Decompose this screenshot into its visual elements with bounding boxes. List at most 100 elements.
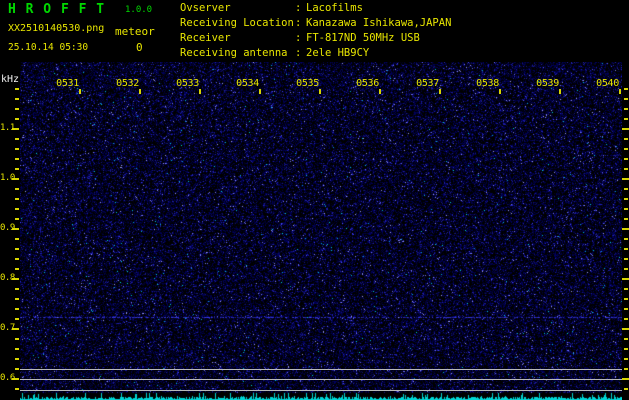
freq-minor-tick-left <box>15 388 19 390</box>
info-value: Lacofilms <box>306 2 363 14</box>
time-tick <box>259 89 261 94</box>
carrier-signal-line <box>20 369 622 370</box>
freq-minor-tick-left <box>15 158 19 160</box>
freq-minor-tick-right <box>624 248 628 250</box>
carrier-signal-line <box>20 379 622 380</box>
freq-minor-tick-right <box>624 268 628 270</box>
freq-minor-tick-right <box>624 348 628 350</box>
freq-minor-tick-left <box>15 238 19 240</box>
freq-minor-tick-right <box>624 308 628 310</box>
app-version: 1.0.0 <box>125 5 153 15</box>
time-label: 0534 <box>236 78 259 89</box>
time-label: 0537 <box>416 78 439 89</box>
time-tick <box>199 89 201 94</box>
time-label: 0538 <box>476 78 499 89</box>
freq-major-tick-right <box>622 128 629 130</box>
time-tick <box>319 89 321 94</box>
info-separator: : <box>295 2 302 14</box>
freq-minor-tick-left <box>15 88 19 90</box>
freq-minor-tick-right <box>624 198 628 200</box>
carrier-signal-line <box>20 390 622 391</box>
meteor-count: 0 <box>136 41 143 54</box>
freq-major-tick-right <box>622 328 629 330</box>
freq-minor-tick-right <box>624 208 628 210</box>
freq-minor-tick-right <box>624 218 628 220</box>
freq-minor-tick-left <box>15 138 19 140</box>
time-tick <box>619 89 621 94</box>
spectrogram-canvas <box>20 62 622 400</box>
freq-minor-tick-right <box>624 148 628 150</box>
freq-minor-tick-left <box>15 168 19 170</box>
freq-label: 0.8 <box>0 273 15 283</box>
freq-major-tick-right <box>622 378 629 380</box>
station-info-row: Ovserver: Lacofilms <box>180 1 451 16</box>
freq-minor-tick-right <box>624 238 628 240</box>
time-tick <box>439 89 441 94</box>
freq-minor-tick-left <box>15 118 19 120</box>
app-title: H R O F F T <box>8 2 106 17</box>
freq-minor-tick-left <box>15 188 19 190</box>
freq-minor-tick-left <box>15 98 19 100</box>
info-label: Receiving Location <box>180 17 294 29</box>
freq-minor-tick-right <box>624 338 628 340</box>
station-info-row: Receiver: FT-817ND 50MHz USB <box>180 31 451 46</box>
freq-label: 1.0 <box>0 173 15 183</box>
freq-minor-tick-left <box>15 248 19 250</box>
time-tick <box>139 89 141 94</box>
freq-minor-tick-left <box>15 268 19 270</box>
info-separator: : <box>295 32 302 44</box>
freq-minor-tick-left <box>15 258 19 260</box>
freq-minor-tick-right <box>624 118 628 120</box>
freq-minor-tick-left <box>15 318 19 320</box>
freq-minor-tick-left <box>15 148 19 150</box>
time-tick <box>79 89 81 94</box>
freq-minor-tick-left <box>15 358 19 360</box>
output-filename: XX2510140530.png <box>8 23 105 34</box>
freq-minor-tick-right <box>624 388 628 390</box>
freq-minor-tick-right <box>624 358 628 360</box>
time-tick <box>499 89 501 94</box>
observation-mode: meteor <box>115 25 155 38</box>
freq-label: 0.6 <box>0 373 15 383</box>
freq-minor-tick-left <box>15 368 19 370</box>
freq-minor-tick-right <box>624 288 628 290</box>
freq-minor-tick-left <box>15 208 19 210</box>
freq-minor-tick-right <box>624 98 628 100</box>
station-info-row: Receiving antenna:2ele HB9CY <box>180 46 451 61</box>
freq-unit-label: kHz <box>1 74 20 85</box>
freq-minor-tick-right <box>624 138 628 140</box>
info-value: FT-817ND 50MHz USB <box>306 32 420 44</box>
time-label: 0535 <box>296 78 319 89</box>
station-info-row: Receiving Location: Kanazawa Ishikawa,JAP… <box>180 16 451 31</box>
freq-minor-tick-left <box>15 218 19 220</box>
freq-minor-tick-right <box>624 158 628 160</box>
hrofft-window: H R O F F T 1.0.0 XX2510140530.png meteo… <box>0 0 629 400</box>
freq-minor-tick-left <box>15 108 19 110</box>
info-label: Ovserver <box>180 2 231 14</box>
time-label: 0536 <box>356 78 379 89</box>
info-separator: : <box>295 47 302 59</box>
freq-minor-tick-right <box>624 318 628 320</box>
freq-minor-tick-right <box>624 188 628 190</box>
time-tick <box>379 89 381 94</box>
freq-major-tick-right <box>622 228 629 230</box>
info-label: Receiver <box>180 32 231 44</box>
freq-label: 0.7 <box>0 323 15 333</box>
time-label: 0532 <box>116 78 139 89</box>
observation-datetime: 25.10.14 05:30 <box>8 42 89 53</box>
freq-minor-tick-right <box>624 88 628 90</box>
freq-minor-tick-left <box>15 198 19 200</box>
freq-label: 0.9 <box>0 223 15 233</box>
time-label: 0531 <box>56 78 79 89</box>
freq-major-tick-right <box>622 278 629 280</box>
info-separator: : <box>295 17 302 29</box>
freq-major-tick-right <box>622 178 629 180</box>
info-value: Kanazawa Ishikawa,JAPAN <box>306 17 452 29</box>
freq-minor-tick-right <box>624 298 628 300</box>
freq-minor-tick-left <box>15 348 19 350</box>
time-label: 0540 <box>596 78 619 89</box>
freq-minor-tick-right <box>624 168 628 170</box>
time-tick <box>559 89 561 94</box>
info-value: 2ele HB9CY <box>306 47 370 59</box>
station-info: Ovserver: Lacofilms Receiving Location: Kan… <box>180 1 451 61</box>
